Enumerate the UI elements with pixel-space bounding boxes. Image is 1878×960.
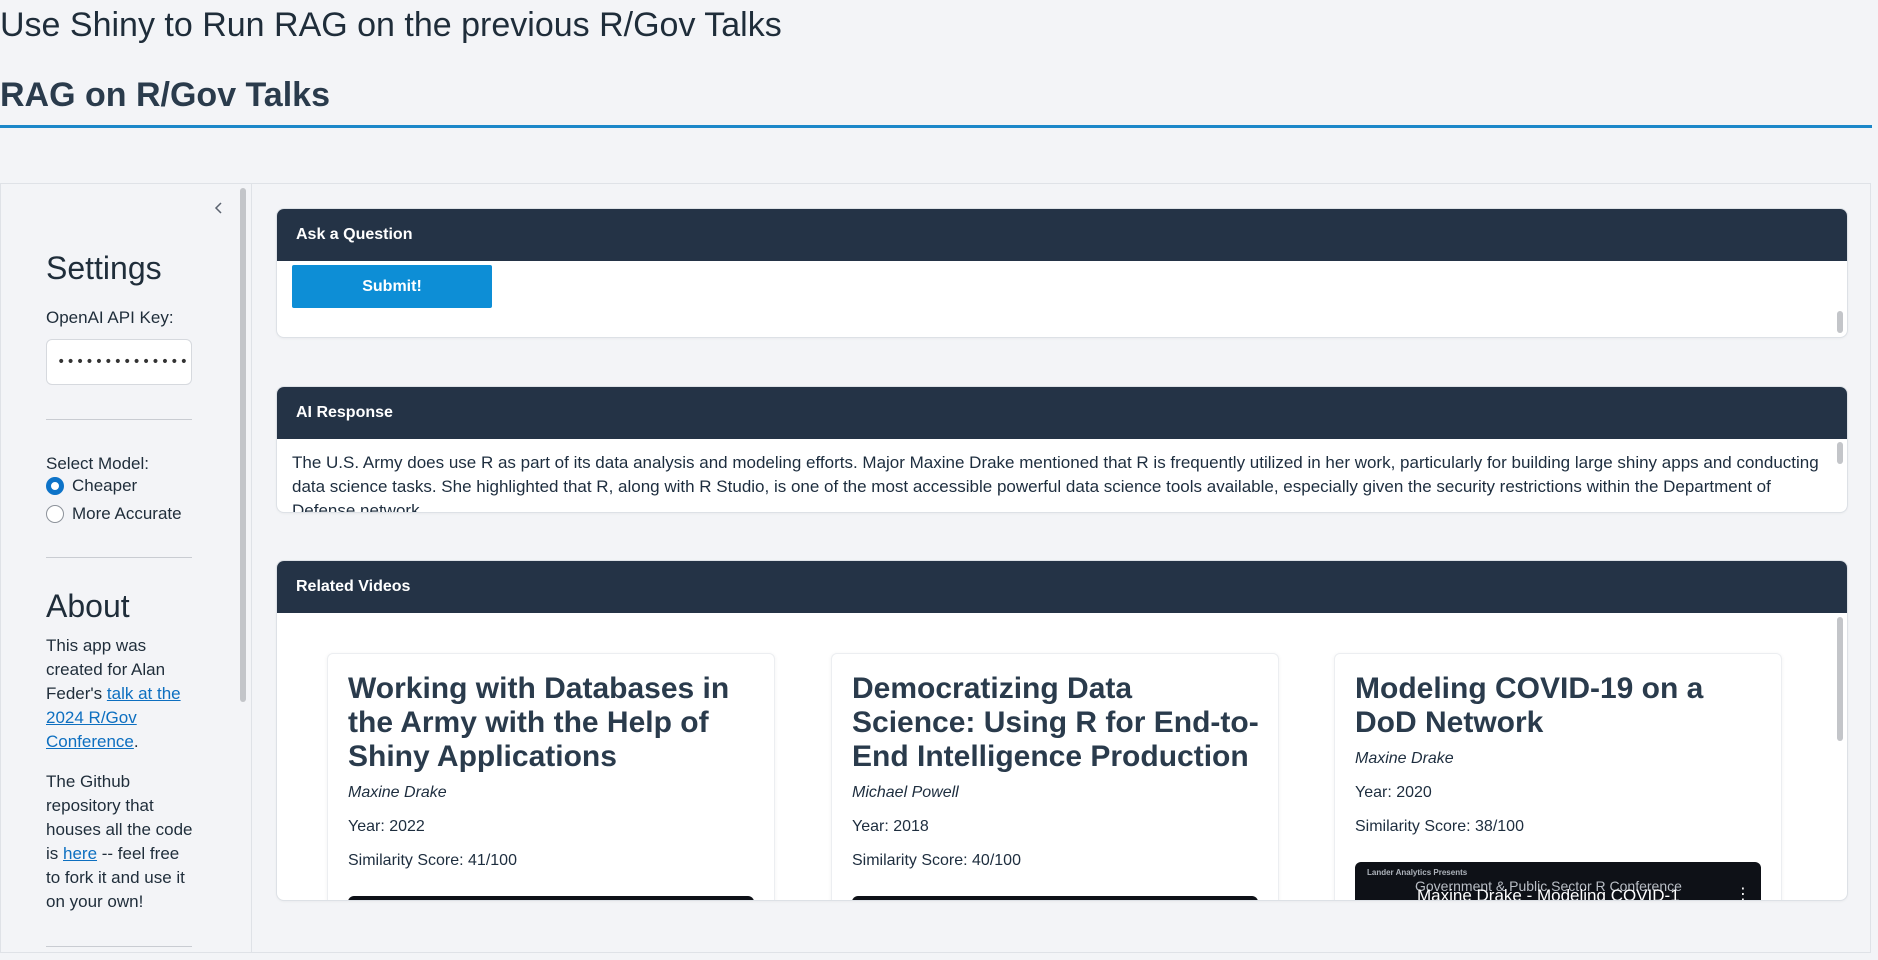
video-year: Year: 2018 (852, 818, 929, 835)
api-key-label: OpenAI API Key: (46, 308, 174, 327)
submit-button[interactable]: Submit! (292, 265, 492, 308)
related-videos-card: Related Videos Working with Databases in… (276, 560, 1848, 901)
video-title[interactable]: Democratizing Data Science: Using R for … (852, 672, 1262, 774)
video-similarity: Similarity Score: 38/100 (1355, 818, 1524, 835)
sidebar-scrollbar[interactable] (238, 184, 248, 952)
github-repo-link[interactable]: here (63, 844, 97, 863)
sidebar: Settings OpenAI API Key: •••••••••••••••… (1, 184, 252, 952)
about-heading: About (46, 588, 130, 624)
video-card[interactable]: Working with Databases in the Army with … (327, 653, 775, 900)
video-thumbnail[interactable] (852, 896, 1258, 900)
card-header: Ask a Question (277, 209, 1847, 261)
about-paragraph: This app was created for Alan Feder's ta… (46, 634, 196, 754)
video-year: Year: 2020 (1355, 784, 1432, 801)
card-scrollbar-thumb[interactable] (1837, 442, 1843, 464)
thumbnail-brand-text: Lander Analytics Presents (1367, 868, 1468, 877)
about-paragraph: The Github repository that houses all th… (46, 770, 196, 914)
api-key-input[interactable]: •••••••••••••••••••• (46, 339, 192, 385)
settings-heading: Settings (46, 250, 162, 286)
about-text: This app was created for Alan Feder's ta… (46, 634, 196, 930)
sidebar-scrollbar-thumb[interactable] (240, 188, 246, 702)
model-option-cheaper[interactable]: Cheaper (46, 476, 137, 496)
card-header: Related Videos (277, 561, 1847, 613)
page-title: Use Shiny to Run RAG on the previous R/G… (0, 6, 782, 44)
card-body: The U.S. Army does use R as part of its … (277, 439, 1847, 513)
radio-unchecked-icon[interactable] (46, 505, 64, 523)
thumbnail-title: Maxine Drake - Modeling COVID-1 (1417, 886, 1680, 901)
radio-checked-icon[interactable] (46, 477, 64, 495)
video-thumbnail[interactable]: Lander Analytics Presents Government & P… (1355, 862, 1761, 901)
video-card[interactable]: Democratizing Data Science: Using R for … (831, 653, 1279, 900)
model-select-label: Select Model: (46, 454, 149, 473)
video-title[interactable]: Working with Databases in the Army with … (348, 672, 758, 774)
card-scrollbar-thumb[interactable] (1837, 617, 1843, 741)
more-vertical-icon[interactable]: ⋮ (1735, 884, 1751, 900)
video-similarity: Similarity Score: 40/100 (852, 852, 1021, 869)
ai-response-text: The U.S. Army does use R as part of its … (292, 453, 1819, 513)
video-author: Michael Powell (852, 784, 959, 801)
card-scrollbar-thumb[interactable] (1837, 311, 1843, 333)
app-layout: Settings OpenAI API Key: •••••••••••••••… (0, 183, 1871, 953)
divider (46, 946, 192, 947)
chevron-left-icon (214, 202, 222, 214)
model-option-label: Cheaper (72, 476, 138, 495)
ask-question-card: Ask a Question Submit! (276, 208, 1848, 338)
main-content: Ask a Question Submit! AI Response The U… (252, 184, 1870, 952)
videos-row: Working with Databases in the Army with … (277, 613, 1847, 901)
video-card[interactable]: Modeling COVID-19 on a DoD Network Maxin… (1334, 653, 1782, 901)
video-year: Year: 2022 (348, 818, 425, 835)
card-header: AI Response (277, 387, 1847, 439)
model-option-more-accurate[interactable]: More Accurate (46, 504, 182, 524)
sidebar-collapse-button[interactable] (207, 196, 231, 220)
app-title: RAG on R/Gov Talks (0, 76, 330, 114)
video-author: Maxine Drake (1355, 750, 1454, 767)
card-body: Submit! (277, 261, 1847, 337)
divider (46, 557, 192, 558)
title-underline (0, 125, 1872, 128)
card-body: Working with Databases in the Army with … (277, 613, 1847, 901)
about-text-span: . (133, 732, 139, 751)
divider (46, 419, 192, 420)
video-author: Maxine Drake (348, 784, 447, 801)
ai-response-card: AI Response The U.S. Army does use R as … (276, 386, 1848, 513)
video-title[interactable]: Modeling COVID-19 on a DoD Network (1355, 672, 1765, 740)
model-option-label: More Accurate (72, 504, 182, 523)
video-similarity: Similarity Score: 41/100 (348, 852, 517, 869)
video-thumbnail[interactable] (348, 896, 754, 900)
